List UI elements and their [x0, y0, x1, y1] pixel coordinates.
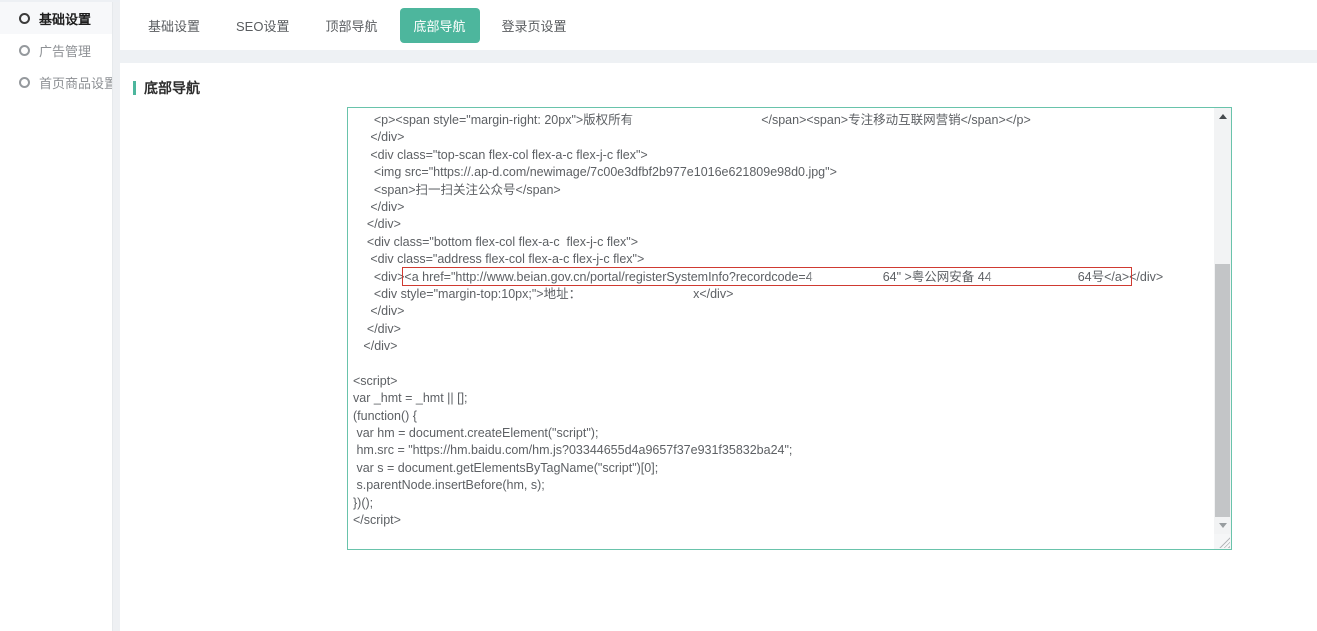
code-text: <a href="http://www.beian.gov.cn/portal/… — [404, 270, 812, 284]
radio-circle-icon — [19, 13, 30, 24]
red-annotation-box: <a href="http://www.beian.gov.cn/portal/… — [404, 270, 1129, 284]
code-line: <span>扫一扫关注公众号</span> — [353, 182, 1212, 199]
section-title: 底部导航 — [144, 78, 200, 98]
code-text: </div> — [353, 200, 404, 214]
scroll-down-button[interactable] — [1214, 517, 1231, 534]
tab-3[interactable]: 底部导航 — [400, 8, 480, 43]
code-text: var _hmt = _hmt || []; — [353, 391, 468, 405]
code-text: 64号</a> — [1078, 270, 1129, 284]
code-text: </div> — [353, 130, 404, 144]
tab-4[interactable]: 登录页设置 — [488, 8, 581, 43]
tab-1[interactable]: SEO设置 — [222, 8, 303, 43]
sidebar-item-1[interactable]: 广告管理 — [0, 34, 112, 66]
section-accent-bar — [133, 81, 136, 95]
code-content[interactable]: <p><span style="margin-right: 20px">版权所有… — [350, 110, 1212, 547]
code-text: (function() { — [353, 409, 417, 423]
sidebar: 基础设置广告管理首页商品设置 — [0, 0, 112, 631]
scrollbar-thumb[interactable] — [1215, 264, 1230, 517]
sidebar-item-label: 首页商品设置 — [39, 73, 117, 92]
code-line: </div> — [353, 321, 1212, 338]
code-line: </div> — [353, 199, 1212, 216]
code-text: 64" >粤公网安备 44 — [883, 270, 992, 284]
code-text: <script> — [353, 374, 397, 388]
code-text: </script> — [353, 513, 401, 527]
code-line: <img src="https://.ap-d.com/newimage/7c0… — [353, 164, 1212, 181]
scroll-up-button[interactable] — [1214, 108, 1231, 125]
main-panel: 基础设置SEO设置顶部导航底部导航登录页设置 底部导航 <p><span sty… — [120, 0, 1317, 631]
redaction-blur — [992, 269, 1078, 283]
code-line: </div> — [353, 338, 1212, 355]
radio-circle-icon — [19, 77, 30, 88]
code-line: <div><a href="http://www.beian.gov.cn/po… — [353, 269, 1212, 286]
code-text: <div class="top-scan flex-col flex-a-c f… — [353, 148, 648, 162]
tab-2[interactable]: 顶部导航 — [311, 8, 391, 43]
tabbar-separator — [120, 50, 1317, 63]
code-text: </div> — [353, 304, 404, 318]
code-text: <div class="bottom flex-col flex-a-c fle… — [353, 235, 638, 249]
code-text: <img src="https://.ap-d.com/newimage/7c0… — [353, 165, 837, 179]
sidebar-item-label: 基础设置 — [39, 9, 91, 28]
settings-tabbar: 基础设置SEO设置顶部导航底部导航登录页设置 — [120, 0, 1317, 50]
code-line: </div> — [353, 216, 1212, 233]
code-line: </div> — [353, 129, 1212, 146]
sidebar-item-0[interactable]: 基础设置 — [0, 2, 112, 34]
sidebar-divider — [112, 0, 120, 631]
code-line: var s = document.getElementsByTagName("s… — [353, 460, 1212, 477]
code-line: s.parentNode.insertBefore(hm, s); — [353, 477, 1212, 494]
code-text: </div> — [353, 217, 401, 231]
code-line: </script> — [353, 512, 1212, 529]
code-line: hm.src = "https://hm.baidu.com/hm.js?033… — [353, 442, 1212, 459]
sidebar-item-2[interactable]: 首页商品设置 — [0, 66, 112, 98]
footer-nav-card: 底部导航 <p><span style="margin-right: 20px"… — [120, 63, 1317, 631]
code-text: x</div> — [693, 287, 733, 301]
code-text: </div> — [1129, 270, 1163, 284]
resize-grip-icon[interactable] — [1219, 537, 1230, 548]
code-text: <div style="margin-top:10px;">地址： — [353, 287, 581, 301]
code-text: })(); — [353, 496, 373, 510]
scroll-down-arrow-icon — [1219, 523, 1227, 528]
code-line: var hm = document.createElement("script"… — [353, 425, 1212, 442]
code-line: <p><span style="margin-right: 20px">版权所有… — [353, 112, 1212, 129]
code-line: })(); — [353, 495, 1212, 512]
code-text: </div> — [353, 322, 401, 336]
code-line: <div class="bottom flex-col flex-a-c fle… — [353, 234, 1212, 251]
code-text: s.parentNode.insertBefore(hm, s); — [353, 478, 545, 492]
code-line — [353, 355, 1212, 372]
tab-0[interactable]: 基础设置 — [134, 8, 214, 43]
settings-page: 基础设置广告管理首页商品设置 基础设置SEO设置顶部导航底部导航登录页设置 底部… — [0, 0, 1317, 631]
code-text: <span>扫一扫关注公众号</span> — [353, 183, 561, 197]
redaction-blur — [813, 269, 883, 283]
editor-scrollbar[interactable] — [1214, 108, 1231, 534]
code-text: var s = document.getElementsByTagName("s… — [353, 461, 658, 475]
code-line: <div style="margin-top:10px;">地址： x</div> — [353, 286, 1212, 303]
code-text: <div class="address flex-col flex-a-c fl… — [353, 252, 644, 266]
code-text: </span><span>专注移动互联网营销</span></p> — [761, 113, 1031, 127]
code-text: hm.src = "https://hm.baidu.com/hm.js?033… — [353, 443, 792, 457]
code-text: var hm = document.createElement("script"… — [353, 426, 598, 440]
radio-circle-icon — [19, 45, 30, 56]
redaction-blur — [633, 113, 761, 127]
code-line: </div> — [353, 303, 1212, 320]
code-line: <div class="address flex-col flex-a-c fl… — [353, 251, 1212, 268]
code-line: var _hmt = _hmt || []; — [353, 390, 1212, 407]
code-line: (function() { — [353, 408, 1212, 425]
sidebar-item-label: 广告管理 — [39, 41, 91, 60]
editor-resize-corner — [1214, 534, 1231, 549]
code-text: <div> — [353, 270, 404, 284]
section-header: 底部导航 — [120, 63, 1317, 98]
code-text: </div> — [353, 339, 397, 353]
code-line: <script> — [353, 373, 1212, 390]
code-line: <div class="top-scan flex-col flex-a-c f… — [353, 147, 1212, 164]
scroll-up-arrow-icon — [1219, 114, 1227, 119]
redaction-blur — [581, 287, 693, 301]
code-text: <p><span style="margin-right: 20px">版权所有 — [353, 113, 633, 127]
footer-nav-code-editor[interactable]: <p><span style="margin-right: 20px">版权所有… — [347, 107, 1232, 550]
